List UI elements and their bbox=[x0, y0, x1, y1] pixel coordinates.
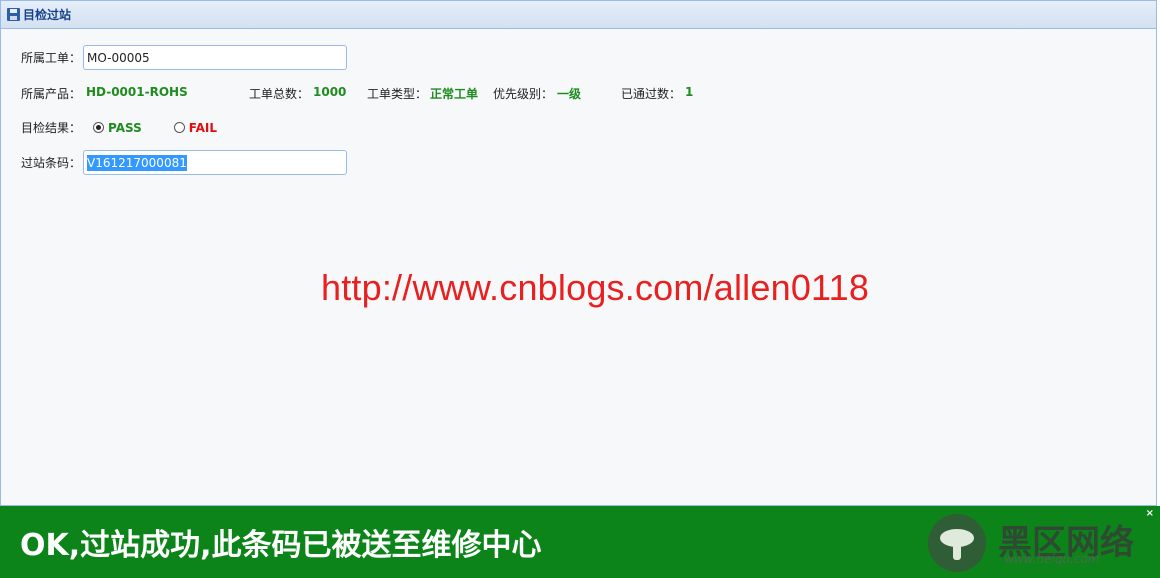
fail-radio-circle[interactable] bbox=[173, 122, 185, 133]
result-row: 目检结果： PASS FAIL bbox=[21, 119, 217, 136]
barcode-input[interactable]: V161217000081 bbox=[83, 150, 348, 175]
work-order-row: 所属工单： MO-00005 bbox=[21, 45, 348, 70]
priority-label: 优先级别： bbox=[493, 87, 554, 101]
work-order-value: MO-00005 bbox=[87, 50, 150, 65]
total-value: 1000 bbox=[313, 85, 347, 99]
panel-header: 目检过站 bbox=[1, 1, 1156, 29]
passed-value: 1 bbox=[685, 85, 694, 99]
pass-radio[interactable]: PASS bbox=[93, 121, 142, 135]
product-label: 所属产品： bbox=[21, 87, 82, 101]
passed-label: 已通过数： bbox=[621, 87, 682, 101]
total-label: 工单总数： bbox=[249, 87, 310, 101]
watermark-url: http://www.cnblogs.com/allen0118 bbox=[321, 267, 870, 308]
barcode-label: 过站条码： bbox=[21, 156, 82, 170]
logo-subtext: www.heiqu.com bbox=[1004, 552, 1100, 566]
barcode-row: 过站条码： V161217000081 bbox=[21, 150, 348, 175]
work-order-label: 所属工单： bbox=[21, 51, 82, 65]
mushroom-logo-icon bbox=[928, 514, 986, 572]
fail-radio-label: FAIL bbox=[188, 120, 217, 135]
priority-value: 一级 bbox=[557, 87, 582, 101]
barcode-value: V161217000081 bbox=[87, 154, 187, 171]
save-icon bbox=[7, 8, 20, 21]
site-logo: 黑区网络 www.heiqu.com bbox=[928, 514, 1134, 572]
type-label: 工单类型： bbox=[367, 87, 428, 101]
product-value: HD-0001-ROHS bbox=[86, 85, 188, 99]
close-icon[interactable]: × bbox=[1146, 508, 1154, 519]
fail-radio[interactable]: FAIL bbox=[173, 120, 217, 135]
result-label: 目检结果： bbox=[21, 121, 82, 135]
work-order-input[interactable]: MO-00005 bbox=[83, 45, 348, 70]
pass-radio-label: PASS bbox=[108, 120, 142, 135]
type-value: 正常工单 bbox=[430, 87, 479, 101]
pass-radio-circle[interactable] bbox=[93, 122, 105, 133]
success-toast: OK,过站成功,此条码已被送至维修中心 × 黑区网络 www.heiqu.com bbox=[0, 506, 1160, 578]
inspection-panel: 目检过站 所属工单： MO-00005 所属产品： HD-0001-ROHS 工… bbox=[0, 0, 1157, 506]
panel-title: 目检过站 bbox=[23, 8, 72, 22]
toast-message: OK,过站成功,此条码已被送至维修中心 bbox=[20, 528, 542, 563]
